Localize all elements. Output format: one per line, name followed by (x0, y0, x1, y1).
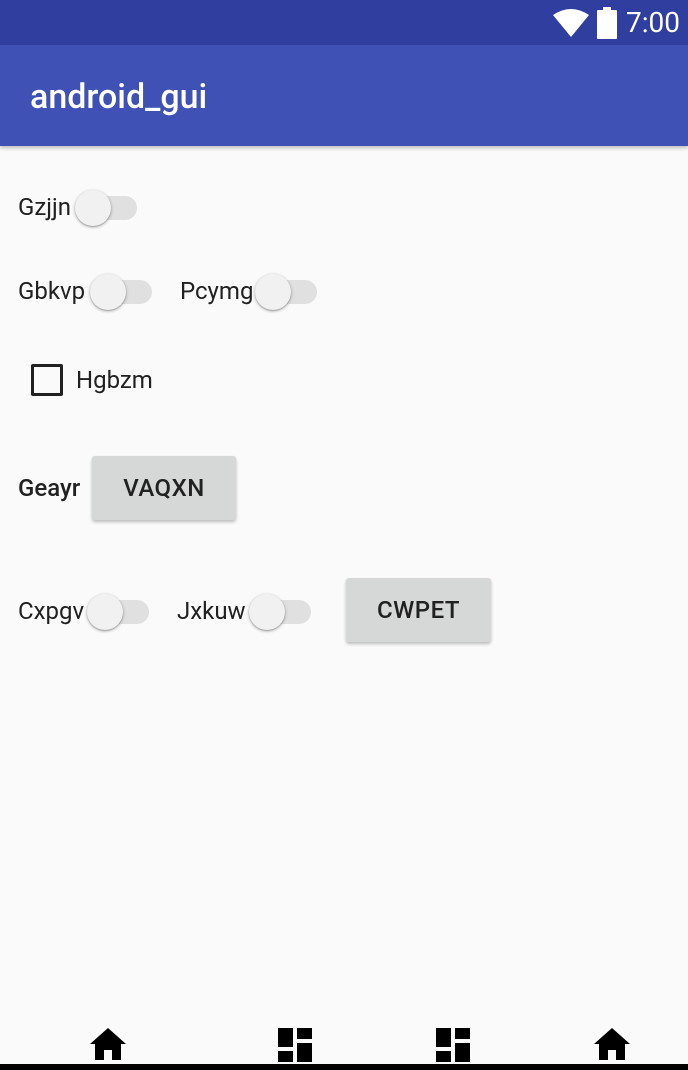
switch-jxkuw[interactable] (249, 587, 315, 630)
bottom-divider (0, 1064, 688, 1070)
home-icon[interactable] (90, 1028, 126, 1060)
battery-icon (597, 7, 617, 39)
switch-cxpgv[interactable] (87, 587, 153, 630)
switch-gbkvp[interactable] (90, 267, 156, 310)
status-time: 7:00 (626, 6, 680, 39)
checkbox-hgbzm-label: Hgbzm (76, 366, 153, 394)
switch-gzjjn-label: Gzjjn (18, 193, 71, 221)
vaqxn-button[interactable]: VAQXN (92, 456, 236, 520)
status-bar: 7:00 (0, 0, 688, 45)
checkbox-hgbzm[interactable] (31, 364, 63, 396)
home-icon[interactable] (594, 1028, 630, 1060)
switch-thumb (255, 274, 291, 310)
wifi-icon (553, 9, 589, 37)
geayr-label: Geayr (18, 474, 81, 502)
dashboard-icon[interactable] (436, 1028, 470, 1062)
switch-pcymg-label: Pcymg (180, 277, 254, 305)
switch-cxpgv-label: Cxpgv (18, 597, 85, 625)
switch-thumb (90, 274, 126, 310)
switch-jxkuw-label: Jxkuw (177, 597, 246, 625)
bottom-navigation (0, 1020, 688, 1070)
switch-thumb (87, 594, 123, 630)
dashboard-icon[interactable] (278, 1028, 312, 1062)
switch-gbkvp-label: Gbkvp (18, 277, 86, 305)
switch-thumb (75, 190, 111, 226)
switch-thumb (249, 594, 285, 630)
switch-gzjjn[interactable] (75, 183, 141, 226)
switch-pcymg[interactable] (255, 267, 321, 310)
cwpet-button[interactable]: CWPET (346, 578, 491, 642)
app-bar: android_gui (0, 45, 688, 146)
app-title: android_gui (30, 77, 208, 117)
